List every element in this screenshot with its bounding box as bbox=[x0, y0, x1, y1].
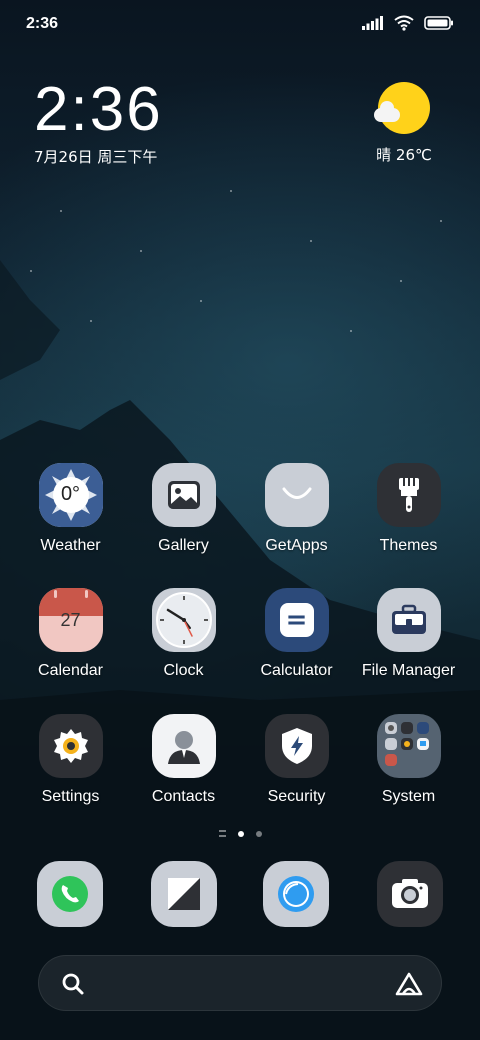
clock-widget[interactable]: 2:36 7月26日 周三下午 bbox=[34, 78, 163, 167]
app-label: Settings bbox=[41, 788, 100, 805]
dock-messages[interactable] bbox=[151, 861, 217, 927]
getapps-icon bbox=[264, 463, 329, 527]
weather-widget[interactable]: 晴 26℃ bbox=[364, 82, 444, 165]
app-label: Security bbox=[267, 788, 326, 805]
calculator-icon: = bbox=[264, 588, 329, 652]
weather-icon-temp: 0° bbox=[60, 483, 81, 505]
battery-icon bbox=[424, 16, 453, 30]
page-dot-active bbox=[237, 830, 244, 837]
app-file-manager[interactable]: File Manager bbox=[352, 588, 465, 680]
app-calendar[interactable]: 27 Calendar bbox=[14, 588, 127, 680]
calendar-icon: 27 bbox=[38, 588, 103, 652]
widget-time: 2:36 bbox=[34, 75, 163, 144]
assistant-icon[interactable] bbox=[395, 972, 423, 996]
status-bar: 2:36 bbox=[0, 0, 480, 50]
app-weather[interactable]: 0° Weather bbox=[14, 463, 127, 555]
status-time: 2:36 bbox=[26, 15, 59, 32]
themes-brush-icon bbox=[376, 463, 441, 527]
dock-camera[interactable] bbox=[377, 861, 443, 927]
contacts-icon bbox=[151, 714, 216, 778]
page-indicator[interactable] bbox=[0, 830, 480, 837]
app-calculator[interactable]: = Calculator bbox=[240, 588, 353, 680]
app-label: System bbox=[381, 788, 436, 805]
settings-gear-icon bbox=[38, 714, 103, 778]
messages-icon bbox=[168, 878, 200, 910]
app-drawer-indicator bbox=[218, 830, 226, 837]
clock-icon bbox=[151, 588, 216, 652]
app-label: Gallery bbox=[158, 537, 209, 554]
app-label: Weather bbox=[40, 537, 101, 554]
app-label: Calculator bbox=[260, 662, 333, 679]
app-system-folder[interactable]: System bbox=[352, 714, 465, 806]
security-shield-icon bbox=[264, 714, 329, 778]
phone-icon bbox=[52, 876, 88, 912]
wifi-icon bbox=[394, 15, 414, 31]
sun-cloud-icon bbox=[374, 82, 430, 134]
system-folder-icon bbox=[376, 714, 441, 778]
app-label: Contacts bbox=[151, 788, 216, 805]
app-label: Themes bbox=[379, 537, 438, 554]
status-icons bbox=[362, 15, 454, 31]
weather-text: 晴 26℃ bbox=[376, 146, 432, 164]
signal-icon bbox=[362, 16, 383, 30]
app-security[interactable]: Security bbox=[240, 714, 353, 806]
search-icon[interactable] bbox=[61, 972, 85, 996]
browser-icon bbox=[278, 876, 314, 912]
app-clock[interactable]: Clock bbox=[127, 588, 240, 680]
app-label: Calendar bbox=[38, 662, 103, 679]
search-bar[interactable] bbox=[38, 955, 442, 1011]
camera-icon bbox=[392, 879, 428, 908]
app-settings[interactable]: Settings bbox=[14, 714, 127, 806]
app-label: GetApps bbox=[265, 537, 328, 554]
app-getapps[interactable]: GetApps bbox=[240, 463, 353, 555]
weather-icon: 0° bbox=[38, 463, 103, 527]
app-themes[interactable]: Themes bbox=[352, 463, 465, 555]
gallery-icon bbox=[151, 463, 216, 527]
calculator-icon-equals: = bbox=[285, 605, 308, 635]
calendar-icon-day: 27 bbox=[60, 610, 81, 630]
app-label: File Manager bbox=[361, 662, 456, 679]
dock-browser[interactable] bbox=[263, 861, 329, 927]
widget-date: 7月26日 周三下午 bbox=[34, 148, 158, 166]
dock-phone[interactable] bbox=[37, 861, 103, 927]
file-manager-icon bbox=[376, 588, 441, 652]
app-gallery[interactable]: Gallery bbox=[127, 463, 240, 555]
page-dot bbox=[255, 830, 262, 837]
app-label: Clock bbox=[163, 662, 204, 679]
app-contacts[interactable]: Contacts bbox=[127, 714, 240, 806]
